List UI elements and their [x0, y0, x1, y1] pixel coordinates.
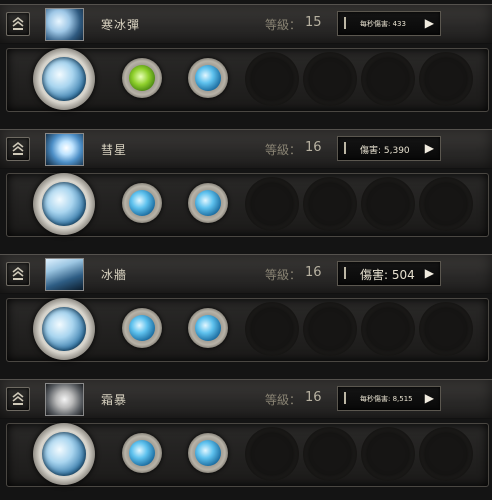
- empty-rune-slot[interactable]: [303, 52, 357, 106]
- lock-icon: [12, 16, 24, 30]
- lock-toggle-button[interactable]: [6, 262, 30, 286]
- skill-header: 彗星 等級： 16 傷害: 5,390 ▶: [0, 129, 492, 169]
- stat-text: 每秒傷害: 8,515: [360, 395, 413, 403]
- empty-rune-slot[interactable]: [303, 177, 357, 231]
- skill-header: 霜暴 等級： 16 每秒傷害: 8,515 ▶: [0, 379, 492, 419]
- ice-orb-icon[interactable]: [45, 8, 84, 41]
- stat-text: 每秒傷害: 433: [360, 20, 406, 28]
- gem-slot[interactable]: [122, 58, 162, 98]
- stat-text: 傷害: 504: [360, 268, 415, 282]
- stat-tick: [344, 17, 346, 29]
- blue-gem-icon: [195, 65, 221, 91]
- skill-row: 霜暴 等級： 16 每秒傷害: 8,515 ▶: [0, 375, 492, 500]
- gem-slot[interactable]: [188, 58, 228, 98]
- blue-gem-icon: [129, 190, 155, 216]
- level-label: 等級：: [265, 143, 302, 157]
- lock-icon: [12, 266, 24, 280]
- empty-rune-slot[interactable]: [361, 177, 415, 231]
- main-rune-slot[interactable]: [33, 48, 95, 110]
- empty-rune-slot[interactable]: [419, 52, 473, 106]
- frost-rune-icon: [42, 57, 86, 101]
- lock-icon: [12, 141, 24, 155]
- empty-rune-slot[interactable]: [419, 177, 473, 231]
- arrow-right-icon: ▶: [424, 391, 434, 405]
- level-label: 等級：: [265, 393, 302, 407]
- empty-rune-slot[interactable]: [419, 427, 473, 481]
- skill-name: 霜暴: [101, 393, 128, 407]
- main-rune-slot[interactable]: [33, 298, 95, 360]
- empty-rune-slot[interactable]: [245, 427, 299, 481]
- blue-gem-icon: [129, 440, 155, 466]
- lock-icon: [12, 391, 24, 405]
- stat-button[interactable]: 傷害: 504 ▶: [337, 261, 441, 286]
- arrow-right-icon: ▶: [424, 141, 434, 155]
- blue-gem-icon: [195, 315, 221, 341]
- gem-slot[interactable]: [122, 183, 162, 223]
- ice-wall-icon[interactable]: [45, 258, 84, 291]
- empty-rune-slot[interactable]: [361, 302, 415, 356]
- empty-rune-slot[interactable]: [245, 177, 299, 231]
- gem-slot[interactable]: [122, 308, 162, 348]
- blue-gem-icon: [129, 315, 155, 341]
- empty-rune-slot[interactable]: [361, 427, 415, 481]
- skill-list: 寒冰彈 等級： 15 每秒傷害: 433 ▶ 彗星 等級： 16 傷害: 5,3…: [0, 0, 492, 500]
- main-rune-slot[interactable]: [33, 173, 95, 235]
- stat-button[interactable]: 每秒傷害: 433 ▶: [337, 11, 441, 36]
- lock-toggle-button[interactable]: [6, 12, 30, 36]
- stat-tick: [344, 142, 346, 154]
- stat-button[interactable]: 每秒傷害: 8,515 ▶: [337, 386, 441, 411]
- empty-rune-slot[interactable]: [361, 52, 415, 106]
- blue-gem-icon: [195, 440, 221, 466]
- gem-slot[interactable]: [188, 433, 228, 473]
- stat-text: 傷害: 5,390: [360, 146, 410, 156]
- skill-name: 冰牆: [101, 268, 128, 282]
- empty-rune-slot[interactable]: [419, 302, 473, 356]
- frost-rune-icon: [42, 182, 86, 226]
- main-rune-slot[interactable]: [33, 423, 95, 485]
- frost-rune-icon: [42, 432, 86, 476]
- skill-row: 冰牆 等級： 16 傷害: 504 ▶: [0, 250, 492, 375]
- empty-rune-slot[interactable]: [245, 52, 299, 106]
- empty-rune-slot[interactable]: [245, 302, 299, 356]
- stat-tick: [344, 392, 346, 404]
- frost-rune-icon: [42, 307, 86, 351]
- frost-storm-icon[interactable]: [45, 383, 84, 416]
- empty-rune-slot[interactable]: [303, 302, 357, 356]
- empty-rune-slot[interactable]: [303, 427, 357, 481]
- skill-row: 寒冰彈 等級： 15 每秒傷害: 433 ▶: [0, 0, 492, 125]
- blue-gem-icon: [195, 190, 221, 216]
- arrow-right-icon: ▶: [424, 16, 434, 30]
- gem-slot[interactable]: [122, 433, 162, 473]
- skill-row: 彗星 等級： 16 傷害: 5,390 ▶: [0, 125, 492, 250]
- lock-toggle-button[interactable]: [6, 137, 30, 161]
- level-value: 15: [305, 15, 322, 30]
- skill-name: 寒冰彈: [101, 18, 141, 32]
- green-gem-icon: [129, 65, 155, 91]
- stat-button[interactable]: 傷害: 5,390 ▶: [337, 136, 441, 161]
- gem-slot[interactable]: [188, 183, 228, 223]
- level-label: 等級：: [265, 268, 302, 282]
- comet-icon[interactable]: [45, 133, 84, 166]
- gem-slot[interactable]: [188, 308, 228, 348]
- level-value: 16: [305, 140, 322, 155]
- stat-tick: [344, 267, 346, 279]
- level-value: 16: [305, 390, 322, 405]
- arrow-right-icon: ▶: [424, 266, 434, 280]
- skill-header: 寒冰彈 等級： 15 每秒傷害: 433 ▶: [0, 4, 492, 44]
- level-label: 等級：: [265, 18, 302, 32]
- lock-toggle-button[interactable]: [6, 387, 30, 411]
- level-value: 16: [305, 265, 322, 280]
- skill-header: 冰牆 等級： 16 傷害: 504 ▶: [0, 254, 492, 294]
- skill-name: 彗星: [101, 143, 128, 157]
